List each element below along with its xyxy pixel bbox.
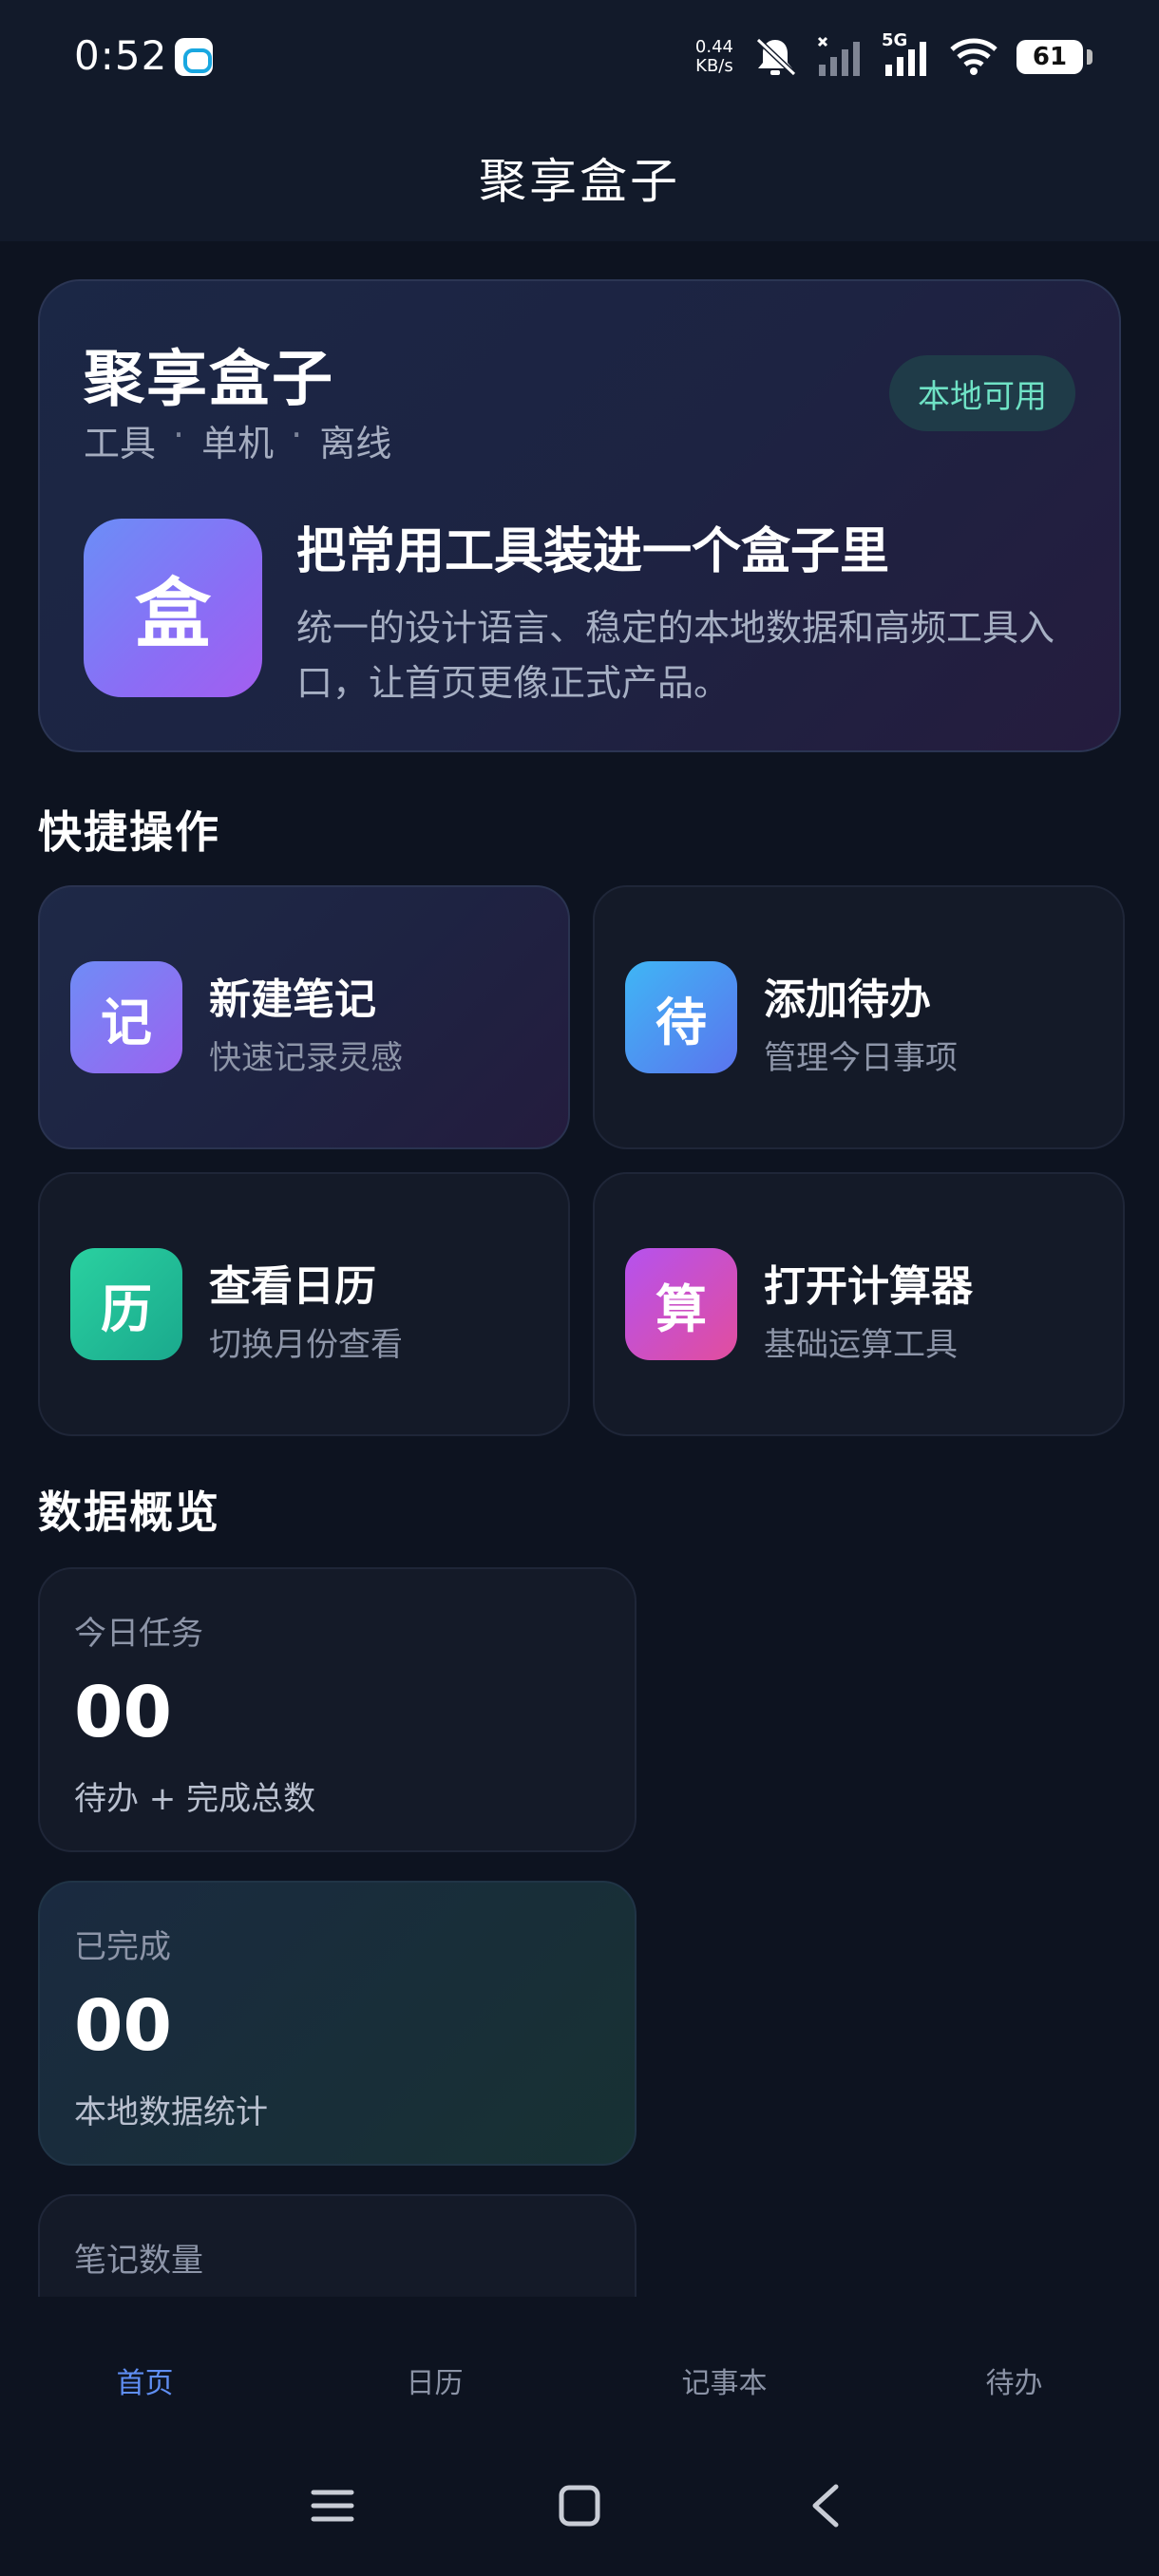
open-calculator-card[interactable]: 算 打开计算器 基础运算工具 bbox=[593, 1172, 1125, 1436]
tag-tool: 工具 bbox=[84, 423, 157, 464]
hero-tags: 工具 · 单机 · 离线 bbox=[84, 414, 391, 466]
network-type: 5G bbox=[882, 30, 908, 50]
hero-headline: 把常用工具装进一个盒子里 bbox=[296, 523, 890, 580]
stat-card-today-tasks: 今日任务 00 待办 + 完成总数 bbox=[38, 1567, 636, 1852]
action-subtitle: 管理今日事项 bbox=[764, 1039, 958, 1077]
bottom-nav: 首页 日历 记事本 待办 bbox=[0, 2297, 1159, 2454]
stat-desc: 本地数据统计 bbox=[74, 2093, 268, 2131]
status-bar: 0:52 0.44 KB/s 5G 61 bbox=[0, 0, 1159, 114]
speed-unit: KB/s bbox=[695, 56, 733, 76]
add-todo-card[interactable]: 待 添加待办 管理今日事项 bbox=[593, 885, 1125, 1149]
stat-label: 笔记数量 bbox=[74, 2242, 203, 2280]
stat-label: 今日任务 bbox=[74, 1615, 203, 1653]
nav-todo[interactable]: 待办 bbox=[869, 2297, 1159, 2454]
new-note-card[interactable]: 记 新建笔记 快速记录灵感 bbox=[38, 885, 570, 1149]
status-indicators: 0.44 KB/s 5G 61 bbox=[695, 28, 1092, 85]
stat-value: 00 bbox=[74, 1985, 172, 2067]
quick-actions-heading: 快捷操作 bbox=[38, 806, 220, 858]
action-subtitle: 快速记录灵感 bbox=[209, 1039, 403, 1077]
stat-card-completed: 已完成 00 本地数据统计 bbox=[38, 1881, 636, 2166]
speed-value: 0.44 bbox=[694, 37, 733, 57]
overview-heading: 数据概览 bbox=[38, 1487, 220, 1538]
scroll-clip: 笔记数量 bbox=[0, 2185, 1159, 2299]
action-title: 查看日历 bbox=[209, 1262, 376, 1311]
system-nav-bar bbox=[0, 2454, 1159, 2576]
stat-card-notes: 笔记数量 bbox=[38, 2194, 636, 2299]
signal-sim2-icon: 5G bbox=[882, 30, 931, 78]
note-icon: 记 bbox=[70, 961, 182, 1073]
menu-icon[interactable] bbox=[310, 2483, 355, 2532]
status-time: 0:52 bbox=[74, 32, 168, 79]
nav-notebook[interactable]: 记事本 bbox=[580, 2297, 869, 2454]
battery-indicator: 61 bbox=[1016, 40, 1092, 74]
app-bar: 聚享盒子 bbox=[0, 114, 1159, 241]
mute-bell-icon bbox=[752, 36, 798, 78]
nav-home[interactable]: 首页 bbox=[0, 2297, 290, 2454]
hero-description: 统一的设计语言、稳定的本地数据和高频工具入口，让首页更像正式产品。 bbox=[296, 607, 1055, 704]
wifi-icon bbox=[950, 38, 998, 76]
tag-separator: · bbox=[173, 414, 185, 456]
tag-separator: · bbox=[291, 414, 303, 456]
action-title: 新建笔记 bbox=[209, 975, 376, 1024]
status-badge: 本地可用 bbox=[889, 355, 1075, 431]
stat-desc: 待办 + 完成总数 bbox=[74, 1780, 316, 1818]
app-notification-icon bbox=[175, 38, 213, 76]
signal-sim1-icon bbox=[817, 36, 864, 78]
hero-card: 聚享盒子 工具 · 单机 · 离线 本地可用 盒 把常用工具装进一个盒子里 统一… bbox=[38, 279, 1121, 752]
back-chevron-icon[interactable] bbox=[804, 2483, 849, 2532]
calculator-icon: 算 bbox=[625, 1248, 737, 1360]
stat-label: 已完成 bbox=[74, 1928, 171, 1966]
tag-standalone: 单机 bbox=[201, 423, 275, 464]
nav-calendar[interactable]: 日历 bbox=[290, 2297, 580, 2454]
todo-icon: 待 bbox=[625, 961, 737, 1073]
home-square-icon[interactable] bbox=[557, 2483, 602, 2532]
hero-title: 聚享盒子 bbox=[84, 345, 334, 415]
tag-offline: 离线 bbox=[319, 423, 392, 464]
page-title: 聚享盒子 bbox=[479, 154, 680, 209]
network-speed: 0.44 KB/s bbox=[695, 38, 733, 76]
calendar-icon: 历 bbox=[70, 1248, 182, 1360]
action-subtitle: 基础运算工具 bbox=[764, 1326, 958, 1364]
box-icon: 盒 bbox=[84, 519, 262, 697]
stat-value: 00 bbox=[74, 1672, 172, 1753]
action-subtitle: 切换月份查看 bbox=[209, 1326, 403, 1364]
view-calendar-card[interactable]: 历 查看日历 切换月份查看 bbox=[38, 1172, 570, 1436]
action-title: 添加待办 bbox=[764, 975, 931, 1024]
action-title: 打开计算器 bbox=[764, 1262, 973, 1311]
